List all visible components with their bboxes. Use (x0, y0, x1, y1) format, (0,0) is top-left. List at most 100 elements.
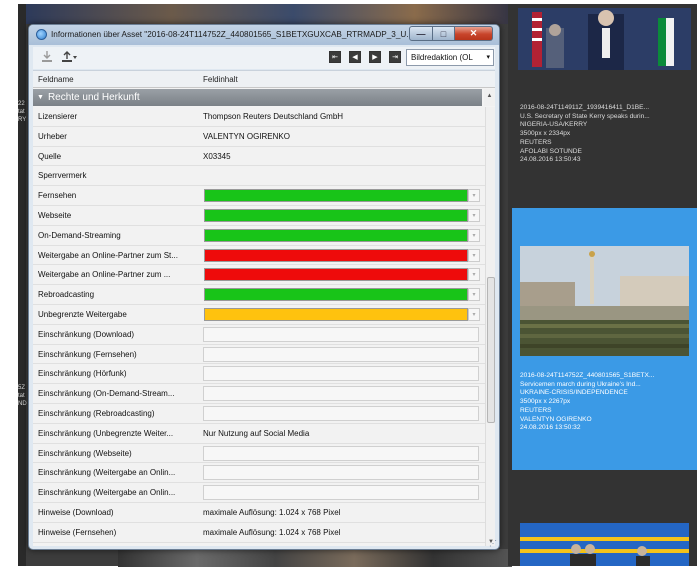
previous-asset-button[interactable]: ◀ (349, 51, 361, 63)
column-header-field-name[interactable]: Feldname (38, 75, 74, 84)
property-row[interactable]: Einschränkung (Hörfunk) (33, 364, 485, 385)
asset-thumbnail[interactable] (520, 523, 689, 566)
field-name: Fernsehen (38, 191, 77, 201)
field-name: Einschränkung (Download) (38, 329, 135, 339)
chevron-down-icon[interactable]: ▾ (468, 308, 480, 321)
next-asset-button[interactable]: ▶ (369, 51, 381, 63)
chevron-down-icon[interactable]: ▾ (468, 288, 480, 302)
scrollbar-thumb[interactable] (487, 277, 495, 423)
field-value-input[interactable] (203, 406, 479, 421)
property-row[interactable]: Einschränkung (Unbegrenzte Weiter... Nur … (33, 423, 485, 444)
field-name: Webseite (38, 211, 72, 220)
property-row[interactable]: Weitergabe an Online-Partner zum St... ▾ (33, 245, 485, 266)
field-value[interactable]: Nur Nutzung auf Social Media (203, 429, 479, 438)
rights-status-select[interactable] (204, 288, 468, 302)
chevron-down-icon[interactable]: ▾ (468, 209, 480, 222)
scrollbar-top: ▲ (484, 89, 495, 106)
section-rights-origin[interactable]: ▼ Rechte und Herkunft (33, 89, 482, 106)
property-row[interactable]: Einschränkung (Weitergabe an Onlin... (33, 463, 485, 484)
minimize-button[interactable]: — (409, 26, 433, 41)
asset-slug: UKRAINE-CRISIS/INDEPENDENCE (520, 389, 628, 397)
asset-card-selected[interactable]: 2016-08-24T114752Z_440801565_S1BETX... S… (512, 208, 697, 470)
property-row[interactable]: Sperrvermerk (33, 166, 485, 187)
field-name: Lizensierer (38, 112, 78, 121)
window-controls: — □ ✕ (409, 26, 493, 41)
field-value[interactable]: Thompson Reuters Deutschland GmbH (203, 112, 479, 121)
download-icon[interactable] (41, 50, 53, 64)
last-asset-button[interactable]: ⇥ (389, 51, 401, 63)
property-row[interactable]: Einschränkung (Fernsehen) (33, 344, 485, 365)
property-row[interactable]: Einschränkung (Weitergabe an Onlin... (33, 483, 485, 503)
property-row[interactable]: Einschränkung (Rebroadcasting) (33, 404, 485, 424)
field-value[interactable]: VALENTYN OGIRENKO (203, 132, 479, 141)
rights-status-select[interactable] (204, 308, 468, 321)
field-value-input[interactable] (203, 366, 479, 382)
rights-status-select[interactable] (204, 209, 468, 222)
asset-date: 24.08.2016 13:50:32 (520, 424, 581, 432)
field-name: Einschränkung (Weitergabe an Onlin... (38, 468, 176, 478)
upload-menu-icon[interactable] (61, 50, 79, 64)
asset-author: VALENTYN OGIRENKO (520, 415, 592, 423)
collapse-caret-icon: ▼ (37, 94, 44, 101)
thumbnail-strip-bottom[interactable] (118, 549, 512, 567)
first-asset-button[interactable]: ⇤ (329, 51, 341, 63)
field-value[interactable]: maximale Auflösung: 1.024 x 768 Pixel (203, 508, 479, 517)
field-value-input[interactable] (203, 445, 479, 461)
property-row[interactable]: Hinweise (Download) maximale Auflösung: 1… (33, 503, 485, 523)
field-name: Einschränkung (Rebroadcasting) (38, 409, 155, 418)
field-name: Einschränkung (Hörfunk) (38, 369, 127, 379)
rights-status-select[interactable] (204, 268, 468, 282)
scroll-up-icon[interactable]: ▲ (484, 93, 495, 99)
property-row[interactable]: Hinweise (Fernsehen) maximale Auflösung: … (33, 522, 485, 543)
asset-dimensions: 3500px x 2334px (520, 130, 571, 138)
field-value[interactable]: X03345 (203, 152, 479, 161)
chevron-down-icon[interactable]: ▾ (468, 268, 480, 282)
field-name: Hinweise (Download) (38, 508, 114, 517)
profile-select[interactable]: Bildredaktion (OL ▾ (406, 49, 494, 66)
rights-status-select[interactable] (204, 248, 468, 262)
property-row[interactable]: Unbegrenzte Weitergabe ▾ (33, 305, 485, 325)
asset-thumbnail[interactable] (520, 246, 689, 356)
property-row[interactable]: Urheber VALENTYN OGIRENKO (33, 126, 485, 147)
thumbnail-strip-top[interactable] (26, 4, 512, 24)
field-value-input[interactable] (203, 485, 479, 501)
property-row[interactable]: Einschränkung (On-Demand-Stream... (33, 384, 485, 404)
rights-status-select[interactable] (204, 189, 468, 203)
profile-select-value: Bildredaktion (OL (411, 53, 473, 62)
field-value-input[interactable] (203, 326, 479, 342)
chevron-down-icon[interactable]: ▾ (468, 248, 480, 262)
field-name: On-Demand-Streaming (38, 230, 121, 240)
field-value-input[interactable] (203, 386, 479, 402)
property-row[interactable]: Fernsehen ▾ (33, 186, 485, 206)
chevron-down-icon[interactable]: ▾ (468, 228, 480, 242)
column-header-field-content[interactable]: Feldinhalt (203, 75, 238, 84)
asset-card[interactable]: 2016-08-24T114911Z_1939416411_D1BE... U.… (512, 8, 697, 190)
maximize-button[interactable]: □ (433, 26, 455, 41)
rights-status-select[interactable] (204, 228, 468, 242)
field-name: Hinweise (Fernsehen) (38, 527, 117, 537)
property-row[interactable]: Einschränkung (Download) (33, 324, 485, 345)
property-row[interactable]: Weitergabe an Online-Partner zum ... ▾ (33, 265, 485, 286)
property-row[interactable]: Lizensierer Thompson Reuters Deutschland … (33, 107, 485, 127)
field-value-input[interactable] (203, 465, 479, 481)
field-name: Weitergabe an Online-Partner zum St... (38, 250, 178, 260)
close-button[interactable]: ✕ (455, 26, 493, 41)
asset-card[interactable] (512, 488, 697, 566)
dialog-toolbar: ⇤ ◀ ▶ ⇥ Bildredaktion (OL ▾ (33, 47, 495, 69)
field-name: Einschränkung (Weitergabe an Onlin... (38, 488, 176, 498)
photo-kerry (518, 8, 691, 70)
asset-date: 24.08.2016 13:50:43 (520, 156, 581, 164)
app-icon (36, 29, 47, 40)
property-row[interactable]: On-Demand-Streaming ▾ (33, 225, 485, 246)
property-row[interactable]: Quelle X03345 (33, 146, 485, 167)
property-row[interactable]: Einschränkung (Webseite) (33, 443, 485, 464)
vertical-scrollbar[interactable]: ▼ (485, 107, 495, 546)
property-row[interactable]: Webseite ▾ (33, 206, 485, 226)
chevron-down-icon[interactable]: ▾ (468, 189, 480, 203)
field-value-input[interactable] (203, 346, 479, 362)
field-value[interactable]: maximale Auflösung: 1.024 x 768 Pixel (203, 528, 479, 537)
resize-grip-icon[interactable]: ⋰ (489, 539, 497, 548)
dialog-titlebar[interactable]: Informationen über Asset "2016-08-24T114… (29, 25, 499, 45)
asset-thumbnail[interactable] (518, 8, 691, 70)
property-row[interactable]: Rebroadcasting ▾ (33, 285, 485, 305)
